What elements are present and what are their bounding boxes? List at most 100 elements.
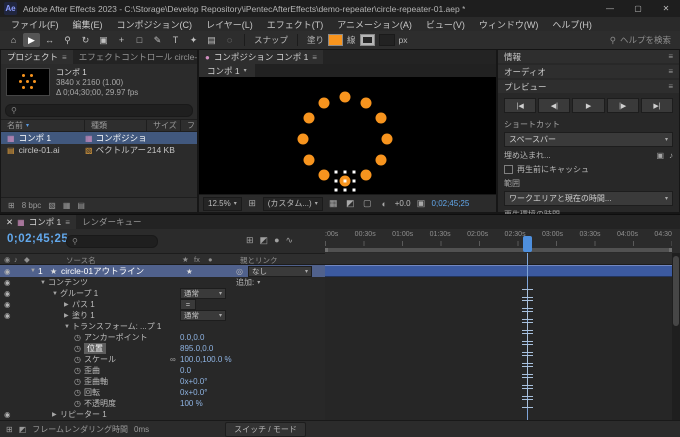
shape-dot[interactable]: [339, 91, 351, 103]
tool-button[interactable]: ⚲: [59, 33, 76, 47]
stroke-width-field[interactable]: [378, 34, 395, 46]
menu-item[interactable]: アニメーション(A): [330, 18, 419, 31]
stopwatch-icon[interactable]: ◷: [74, 366, 81, 375]
pick-whip-icon[interactable]: ◎: [236, 267, 243, 276]
row-position[interactable]: ◷ 位置 895.0,0.0: [0, 343, 325, 354]
eye-icon[interactable]: ◉: [0, 410, 30, 419]
tool-button[interactable]: ▤: [203, 33, 220, 47]
tool-button[interactable]: ↔: [41, 33, 58, 47]
tool-button[interactable]: ✦: [185, 33, 202, 47]
layer-name[interactable]: circle-01アウトライン: [61, 265, 144, 277]
close-button[interactable]: ✕: [652, 0, 680, 17]
panel-menu-icon[interactable]: ≡: [668, 67, 673, 76]
property-value[interactable]: 0x+0.0°: [180, 377, 207, 386]
eye-icon[interactable]: ◉: [0, 289, 30, 298]
layer-switches-icon[interactable]: ★: [186, 267, 193, 276]
row-scale[interactable]: ◷ スケール ∞ 100.0,100.0 %: [0, 354, 325, 365]
shortcut-select[interactable]: スペースバー ▾: [504, 132, 673, 147]
property-value[interactable]: 895.0,0.0: [180, 344, 213, 353]
twirl-icon[interactable]: ▼: [30, 268, 38, 274]
composition-mini-flowchart-icon[interactable]: ⊞: [246, 235, 254, 246]
column-size[interactable]: サイズ: [147, 120, 181, 131]
shape-dot[interactable]: [318, 169, 330, 181]
checkbox[interactable]: [504, 165, 513, 174]
panel-menu-icon[interactable]: ≡: [668, 52, 673, 61]
tab-project[interactable]: プロジェクト ≡: [1, 50, 73, 64]
row-repeater[interactable]: ◉ ▶ リピーター 1: [0, 409, 325, 420]
layer-duration-bar[interactable]: [325, 265, 672, 277]
current-time-indicator-handle[interactable]: [523, 236, 532, 252]
tool-button[interactable]: ⌂: [5, 33, 22, 47]
row-anchor-point[interactable]: ◷ アンカーポイント 0.0,0.0: [0, 332, 325, 343]
shape-dot[interactable]: [375, 112, 387, 124]
menu-item[interactable]: レイヤー(L): [199, 18, 260, 31]
shape-dot[interactable]: [375, 154, 387, 166]
project-search-input[interactable]: ⚲: [5, 104, 193, 117]
row-group1[interactable]: ◉ ▼ グループ 1 通常 ▾: [0, 288, 325, 299]
exposure-value[interactable]: +0.0: [395, 199, 411, 208]
region-of-interest-icon[interactable]: ▢: [361, 198, 374, 209]
tool-button[interactable]: T: [167, 33, 184, 47]
twirl-icon[interactable]: ▼: [52, 291, 60, 297]
info-panel-header[interactable]: 情報 ≡: [498, 50, 679, 63]
tab-comp1-timeline[interactable]: ✕ ▦ コンポ 1 ≡: [0, 215, 76, 229]
scrollbar-thumb[interactable]: [673, 256, 679, 326]
viewport-timecode[interactable]: 0;02;45;25: [432, 199, 470, 208]
current-timecode[interactable]: 0;02;45;25: [7, 233, 68, 245]
help-search-field[interactable]: ⚲ ヘルプを検索: [610, 34, 675, 46]
menu-item[interactable]: エフェクト(T): [260, 18, 331, 31]
transport-button[interactable]: ▶|: [640, 98, 674, 113]
include-audio-icon[interactable]: ♪: [669, 151, 673, 160]
menu-item[interactable]: コンポジション(C): [110, 18, 200, 31]
time-ruler[interactable]: :00s 00:30s 01:00s 01:30s 02:00s 02:30s 03:00s…: [325, 229, 672, 254]
property-value[interactable]: 0x+0.0°: [180, 388, 207, 397]
menu-item[interactable]: ウィンドウ(W): [472, 18, 546, 31]
motion-blur-icon[interactable]: ●: [274, 235, 279, 246]
twirl-icon[interactable]: ▼: [40, 280, 48, 286]
column-kind[interactable]: 種類: [85, 120, 147, 131]
shape-dot[interactable]: [360, 169, 372, 181]
row-opacity[interactable]: ◷ 不透明度 100 %: [0, 398, 325, 409]
toggle-modes-icon[interactable]: ◩: [19, 425, 27, 434]
stopwatch-icon[interactable]: ◷: [74, 388, 81, 397]
property-value[interactable]: 100.0,100.0 %: [180, 355, 232, 364]
row-skew[interactable]: ◷ 歪曲 0.0: [0, 365, 325, 376]
snap-label[interactable]: スナップ: [254, 34, 288, 46]
property-value[interactable]: 0.0: [180, 366, 191, 375]
delete-icon[interactable]: ▤: [77, 201, 85, 210]
shape-dot[interactable]: [303, 154, 315, 166]
selected-dot[interactable]: [339, 175, 351, 187]
transparency-grid-icon[interactable]: ▦: [327, 198, 340, 209]
timeline-vertical-scrollbar[interactable]: [672, 253, 680, 420]
resolution-select[interactable]: (カスタム...) ▾: [262, 196, 323, 211]
menu-item[interactable]: ヘルプ(H): [545, 18, 599, 31]
panel-menu-icon[interactable]: ≡: [65, 218, 70, 227]
switch-mode-button[interactable]: スイッチ / モード: [225, 421, 306, 437]
tool-button[interactable]: ✎: [149, 33, 166, 47]
eye-icon[interactable]: ◉: [0, 300, 30, 309]
transport-button[interactable]: |◀: [504, 98, 537, 113]
graph-editor-icon[interactable]: ∿: [286, 235, 294, 246]
bit-depth-label[interactable]: 8 bpc: [22, 201, 42, 210]
stroke-label[interactable]: 線: [347, 34, 356, 46]
fill-label[interactable]: 塗り: [307, 34, 324, 46]
project-row-ai[interactable]: ▤circle-01.ai ▧ベクトルアート 214 KB: [1, 144, 197, 156]
stopwatch-icon[interactable]: ◷: [74, 399, 81, 408]
tool-button[interactable]: ▣: [95, 33, 112, 47]
row-rotation[interactable]: ◷ 回転 0x+0.0°: [0, 387, 325, 398]
tab-effect-controls[interactable]: エフェクトコントロール circle-01: [72, 50, 197, 64]
tool-button[interactable]: ◌: [221, 33, 238, 47]
row-skew-axis[interactable]: ◷ 歪曲軸 0x+0.0°: [0, 376, 325, 387]
blend-mode-select[interactable]: 通常 ▾: [180, 310, 226, 321]
preview-panel-header[interactable]: プレビュー ≡: [498, 80, 679, 93]
composition-viewport[interactable]: [199, 77, 496, 195]
twirl-icon[interactable]: ▶: [64, 312, 72, 319]
exposure-icon[interactable]: ◐: [378, 199, 391, 209]
timeline-search-input[interactable]: ⚲: [66, 235, 158, 248]
row-path1[interactable]: ◉ ▶ パス 1 =: [0, 299, 325, 310]
stopwatch-icon[interactable]: ◷: [74, 377, 81, 386]
tool-button[interactable]: +: [113, 33, 130, 47]
tool-button[interactable]: □: [131, 33, 148, 47]
parent-select[interactable]: なし ▾: [248, 265, 312, 277]
tab-render-queue[interactable]: レンダーキュー: [75, 215, 148, 229]
